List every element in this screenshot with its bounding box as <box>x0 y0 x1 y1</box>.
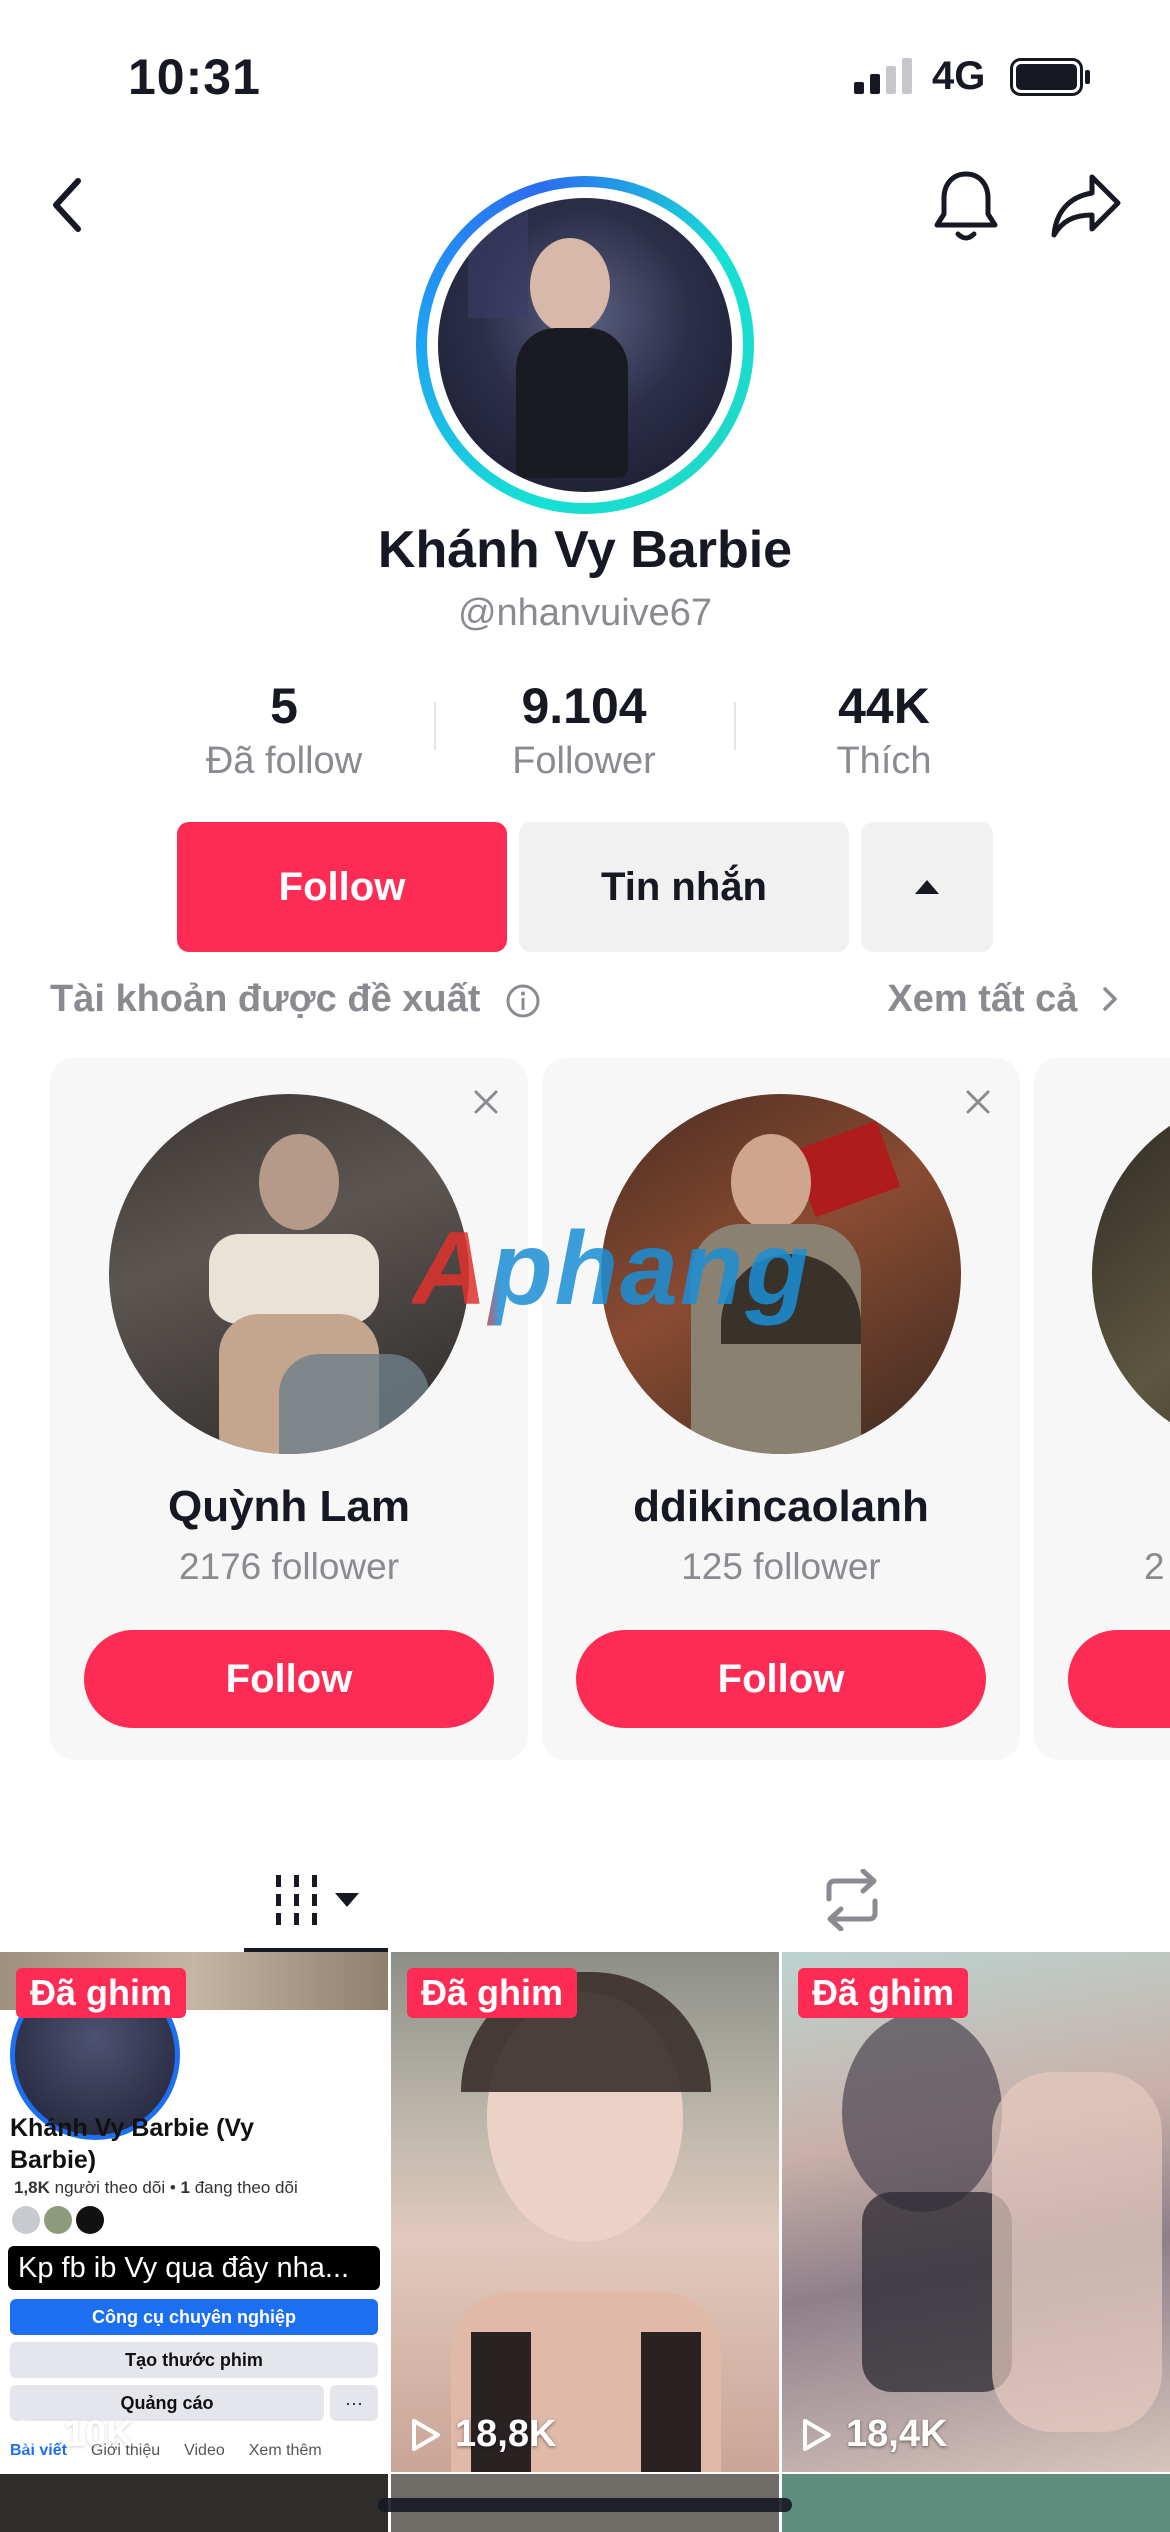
bell-icon <box>934 171 998 241</box>
caret-down-icon <box>335 1893 359 1907</box>
avatar-photo <box>438 198 732 492</box>
display-name: Khánh Vy Barbie <box>377 521 793 579</box>
repost-icon <box>826 1869 878 1931</box>
signal-icon <box>854 58 912 94</box>
suggested-card[interactable]: 2 <box>1034 1058 1170 1760</box>
back-button[interactable] <box>38 170 98 240</box>
fb-pro-tools-button: Công cụ chuyên nghiệp <box>10 2299 378 2335</box>
video-grid: Khánh Vy Barbie (Vy Barbie) 1,8K người t… <box>0 1952 1170 2532</box>
stat-label: Thích <box>836 740 932 782</box>
stat-likes[interactable]: 44K Thích <box>734 676 1034 786</box>
play-icon <box>21 2418 49 2451</box>
status-time: 10:31 <box>128 49 261 105</box>
content-tabs <box>0 1840 1170 1952</box>
suggested-name: Quỳnh Lam <box>167 1482 411 1531</box>
video-thumbnail <box>842 2012 1002 2212</box>
watermark: Aphang <box>412 1211 812 1327</box>
video-thumbnail: Khánh Vy Barbie (Vy Barbie) 1,8K người t… <box>0 1952 388 2472</box>
view-count: 18,4K <box>802 2413 947 2456</box>
follow-button[interactable]: Follow <box>177 822 507 952</box>
stat-divider <box>734 702 736 750</box>
close-icon[interactable] <box>472 1088 500 1116</box>
back-icon <box>53 178 81 232</box>
suggested-follow-button[interactable]: Follow <box>576 1630 986 1728</box>
suggested-follow-button[interactable]: Follow <box>84 1630 494 1728</box>
fb-stats: 1,8K người theo dõi • 1 đang theo dõi <box>14 2178 298 2197</box>
stat-label: Follower <box>512 740 656 782</box>
suggested-header: Tài khoản được đề xuất Xem tất cả <box>50 978 1130 1028</box>
grid-icon <box>276 1875 317 1925</box>
profile-avatar[interactable] <box>416 176 754 514</box>
suggested-title: Tài khoản được đề xuất <box>50 978 481 1020</box>
suggested-card[interactable]: Quỳnh Lam 2176 follower Follow <box>50 1058 528 1760</box>
stat-divider <box>434 702 436 750</box>
video-tile[interactable]: Khánh Vy Barbie (Vy Barbie) 1,8K người t… <box>0 1952 388 2472</box>
close-icon[interactable] <box>964 1088 992 1116</box>
suggested-card[interactable]: ddikincaolanh 125 follower Follow <box>542 1058 1020 1760</box>
play-icon <box>803 2418 831 2451</box>
fb-name: Khánh Vy Barbie (Vy Barbie) <box>10 2114 255 2174</box>
pinned-badge: Đã ghim <box>407 1968 578 2018</box>
see-all-label: Xem tất cả <box>887 978 1078 1020</box>
view-count: 18,8K <box>411 2413 556 2456</box>
stat-value: 5 <box>270 678 298 734</box>
tab-videos[interactable] <box>244 1860 388 1940</box>
suggested-followers: 125 follower <box>681 1546 881 1587</box>
fb-more-button: ··· <box>330 2385 378 2421</box>
suggestions-toggle-button[interactable] <box>861 822 993 952</box>
stat-value: 44K <box>838 678 930 734</box>
chevron-right-icon <box>1103 987 1117 1011</box>
fb-friends <box>12 2206 104 2234</box>
suggested-avatar[interactable] <box>1092 1094 1170 1454</box>
status-bar: 10:31 4G <box>0 0 1170 150</box>
notifications-button[interactable] <box>928 164 1004 248</box>
share-icon <box>1051 174 1121 238</box>
view-count: 10K <box>20 2413 134 2456</box>
stat-followers[interactable]: 9.104 Follower <box>434 676 734 786</box>
pinned-badge: Đã ghim <box>798 1968 969 2018</box>
see-all-link[interactable]: Xem tất cả <box>887 978 1120 1021</box>
stat-label: Đã follow <box>205 740 363 782</box>
username: @nhanvuive67 <box>457 592 713 634</box>
network-type: 4G <box>932 54 986 98</box>
suggested-follow-button[interactable] <box>1068 1630 1170 1728</box>
suggested-followers: 2 <box>1144 1546 1165 1587</box>
video-tile[interactable]: Đã ghim 18,8K <box>391 1952 779 2472</box>
info-icon[interactable] <box>504 982 542 1020</box>
suggested-name: ddikincaolanh <box>633 1482 929 1531</box>
video-tile[interactable] <box>0 2474 388 2532</box>
video-caption: Kp fb ib Vy qua đây nha... <box>8 2246 380 2290</box>
fb-reel-button: Tạo thước phim <box>10 2342 378 2378</box>
stat-following[interactable]: 5 Đã follow <box>134 676 434 786</box>
play-icon <box>412 2418 440 2451</box>
battery-icon <box>1010 58 1090 96</box>
stat-value: 9.104 <box>521 678 647 734</box>
caret-up-icon <box>915 880 939 894</box>
home-indicator <box>378 2498 792 2512</box>
video-tile[interactable] <box>782 2474 1170 2532</box>
message-button[interactable]: Tin nhắn <box>519 822 849 952</box>
share-button[interactable] <box>1046 166 1126 246</box>
video-tile[interactable]: Đã ghim 18,4K <box>782 1952 1170 2472</box>
pinned-badge: Đã ghim <box>16 1968 187 2018</box>
profile-stats: 5 Đã follow 9.104 Follower 44K Thích <box>0 676 1170 786</box>
tab-reposts[interactable] <box>812 1862 892 1938</box>
suggested-followers: 2176 follower <box>178 1546 400 1587</box>
